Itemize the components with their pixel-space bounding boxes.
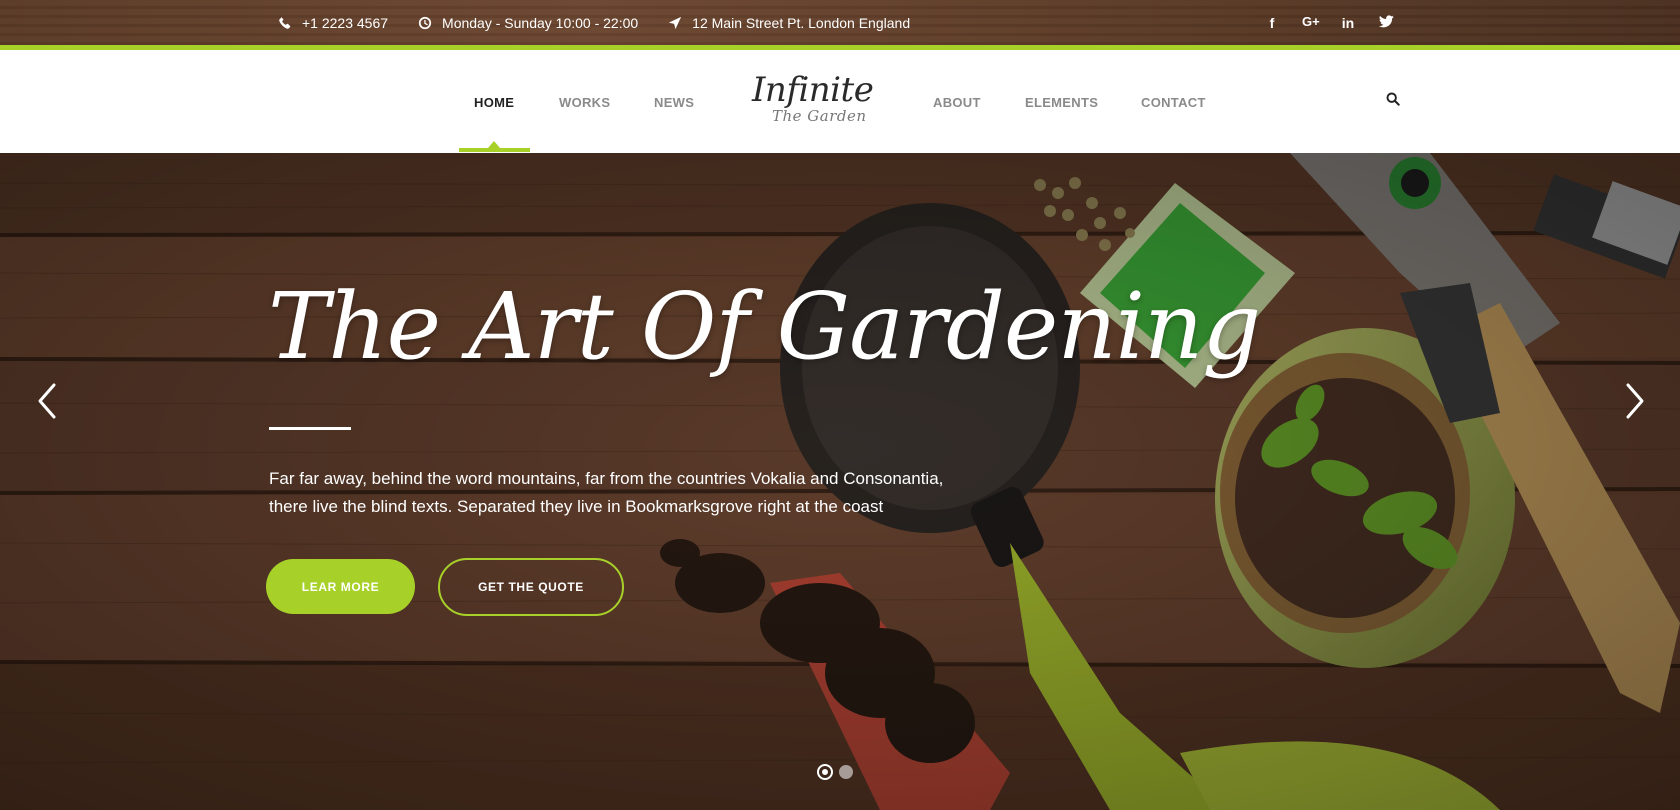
hero-text-line-1: Far far away, behind the word mountains,… <box>269 469 944 488</box>
learn-more-button[interactable]: LEAR MORE <box>266 559 415 614</box>
hero-description: Far far away, behind the word mountains,… <box>269 465 969 521</box>
address: 12 Main Street Pt. London England <box>692 14 911 31</box>
social-links: f G+ in <box>1264 0 1394 45</box>
hero-title: The Art Of Gardening <box>268 273 1261 380</box>
hero-slider: The Art Of Gardening Far far away, behin… <box>0 153 1680 810</box>
search-icon[interactable] <box>1386 92 1402 108</box>
phone-icon <box>279 16 291 29</box>
svg-text:G+: G+ <box>1302 14 1320 28</box>
nav-home[interactable]: HOME <box>474 95 514 110</box>
logo-main-text: Infinite <box>752 70 874 110</box>
get-quote-button[interactable]: GET THE QUOTE <box>438 558 624 616</box>
top-info-bar: +1 2223 4567 Monday - Sunday 10:00 - 22:… <box>0 0 1680 45</box>
hours-info: Monday - Sunday 10:00 - 22:00 <box>418 15 638 31</box>
nav-about[interactable]: ABOUT <box>933 95 981 110</box>
hero-text-line-2: there live the blind texts. Separated th… <box>269 497 884 516</box>
nav-news[interactable]: NEWS <box>654 95 694 110</box>
location-arrow-icon <box>669 16 682 29</box>
prev-slide-arrow-icon[interactable] <box>32 381 62 421</box>
google-plus-icon[interactable]: G+ <box>1302 14 1320 31</box>
next-slide-arrow-icon[interactable] <box>1620 381 1650 421</box>
nav-elements[interactable]: ELEMENTS <box>1025 95 1098 110</box>
site-logo[interactable]: Infinite The Garden <box>752 70 877 130</box>
address-info: 12 Main Street Pt. London England <box>668 15 910 31</box>
slide-dot-2[interactable] <box>839 765 853 779</box>
logo-sub-text: The Garden <box>772 107 867 125</box>
nav-works[interactable]: WORKS <box>559 95 610 110</box>
clock-icon <box>418 16 432 29</box>
active-nav-caret <box>488 141 500 148</box>
opening-hours: Monday - Sunday 10:00 - 22:00 <box>442 14 639 31</box>
linkedin-icon[interactable]: in <box>1340 15 1356 31</box>
phone-info: +1 2223 4567 <box>278 15 388 31</box>
active-nav-underline <box>459 148 530 152</box>
hero-divider <box>269 427 351 430</box>
contact-info: +1 2223 4567 Monday - Sunday 10:00 - 22:… <box>278 0 910 45</box>
slider-pagination <box>817 764 853 780</box>
phone-number: +1 2223 4567 <box>302 14 389 31</box>
main-navigation: HOME WORKS NEWS Infinite The Garden ABOU… <box>0 50 1680 153</box>
nav-contact[interactable]: CONTACT <box>1141 95 1206 110</box>
slide-dot-1[interactable] <box>817 764 833 780</box>
twitter-icon[interactable] <box>1378 14 1394 31</box>
facebook-icon[interactable]: f <box>1264 15 1280 31</box>
